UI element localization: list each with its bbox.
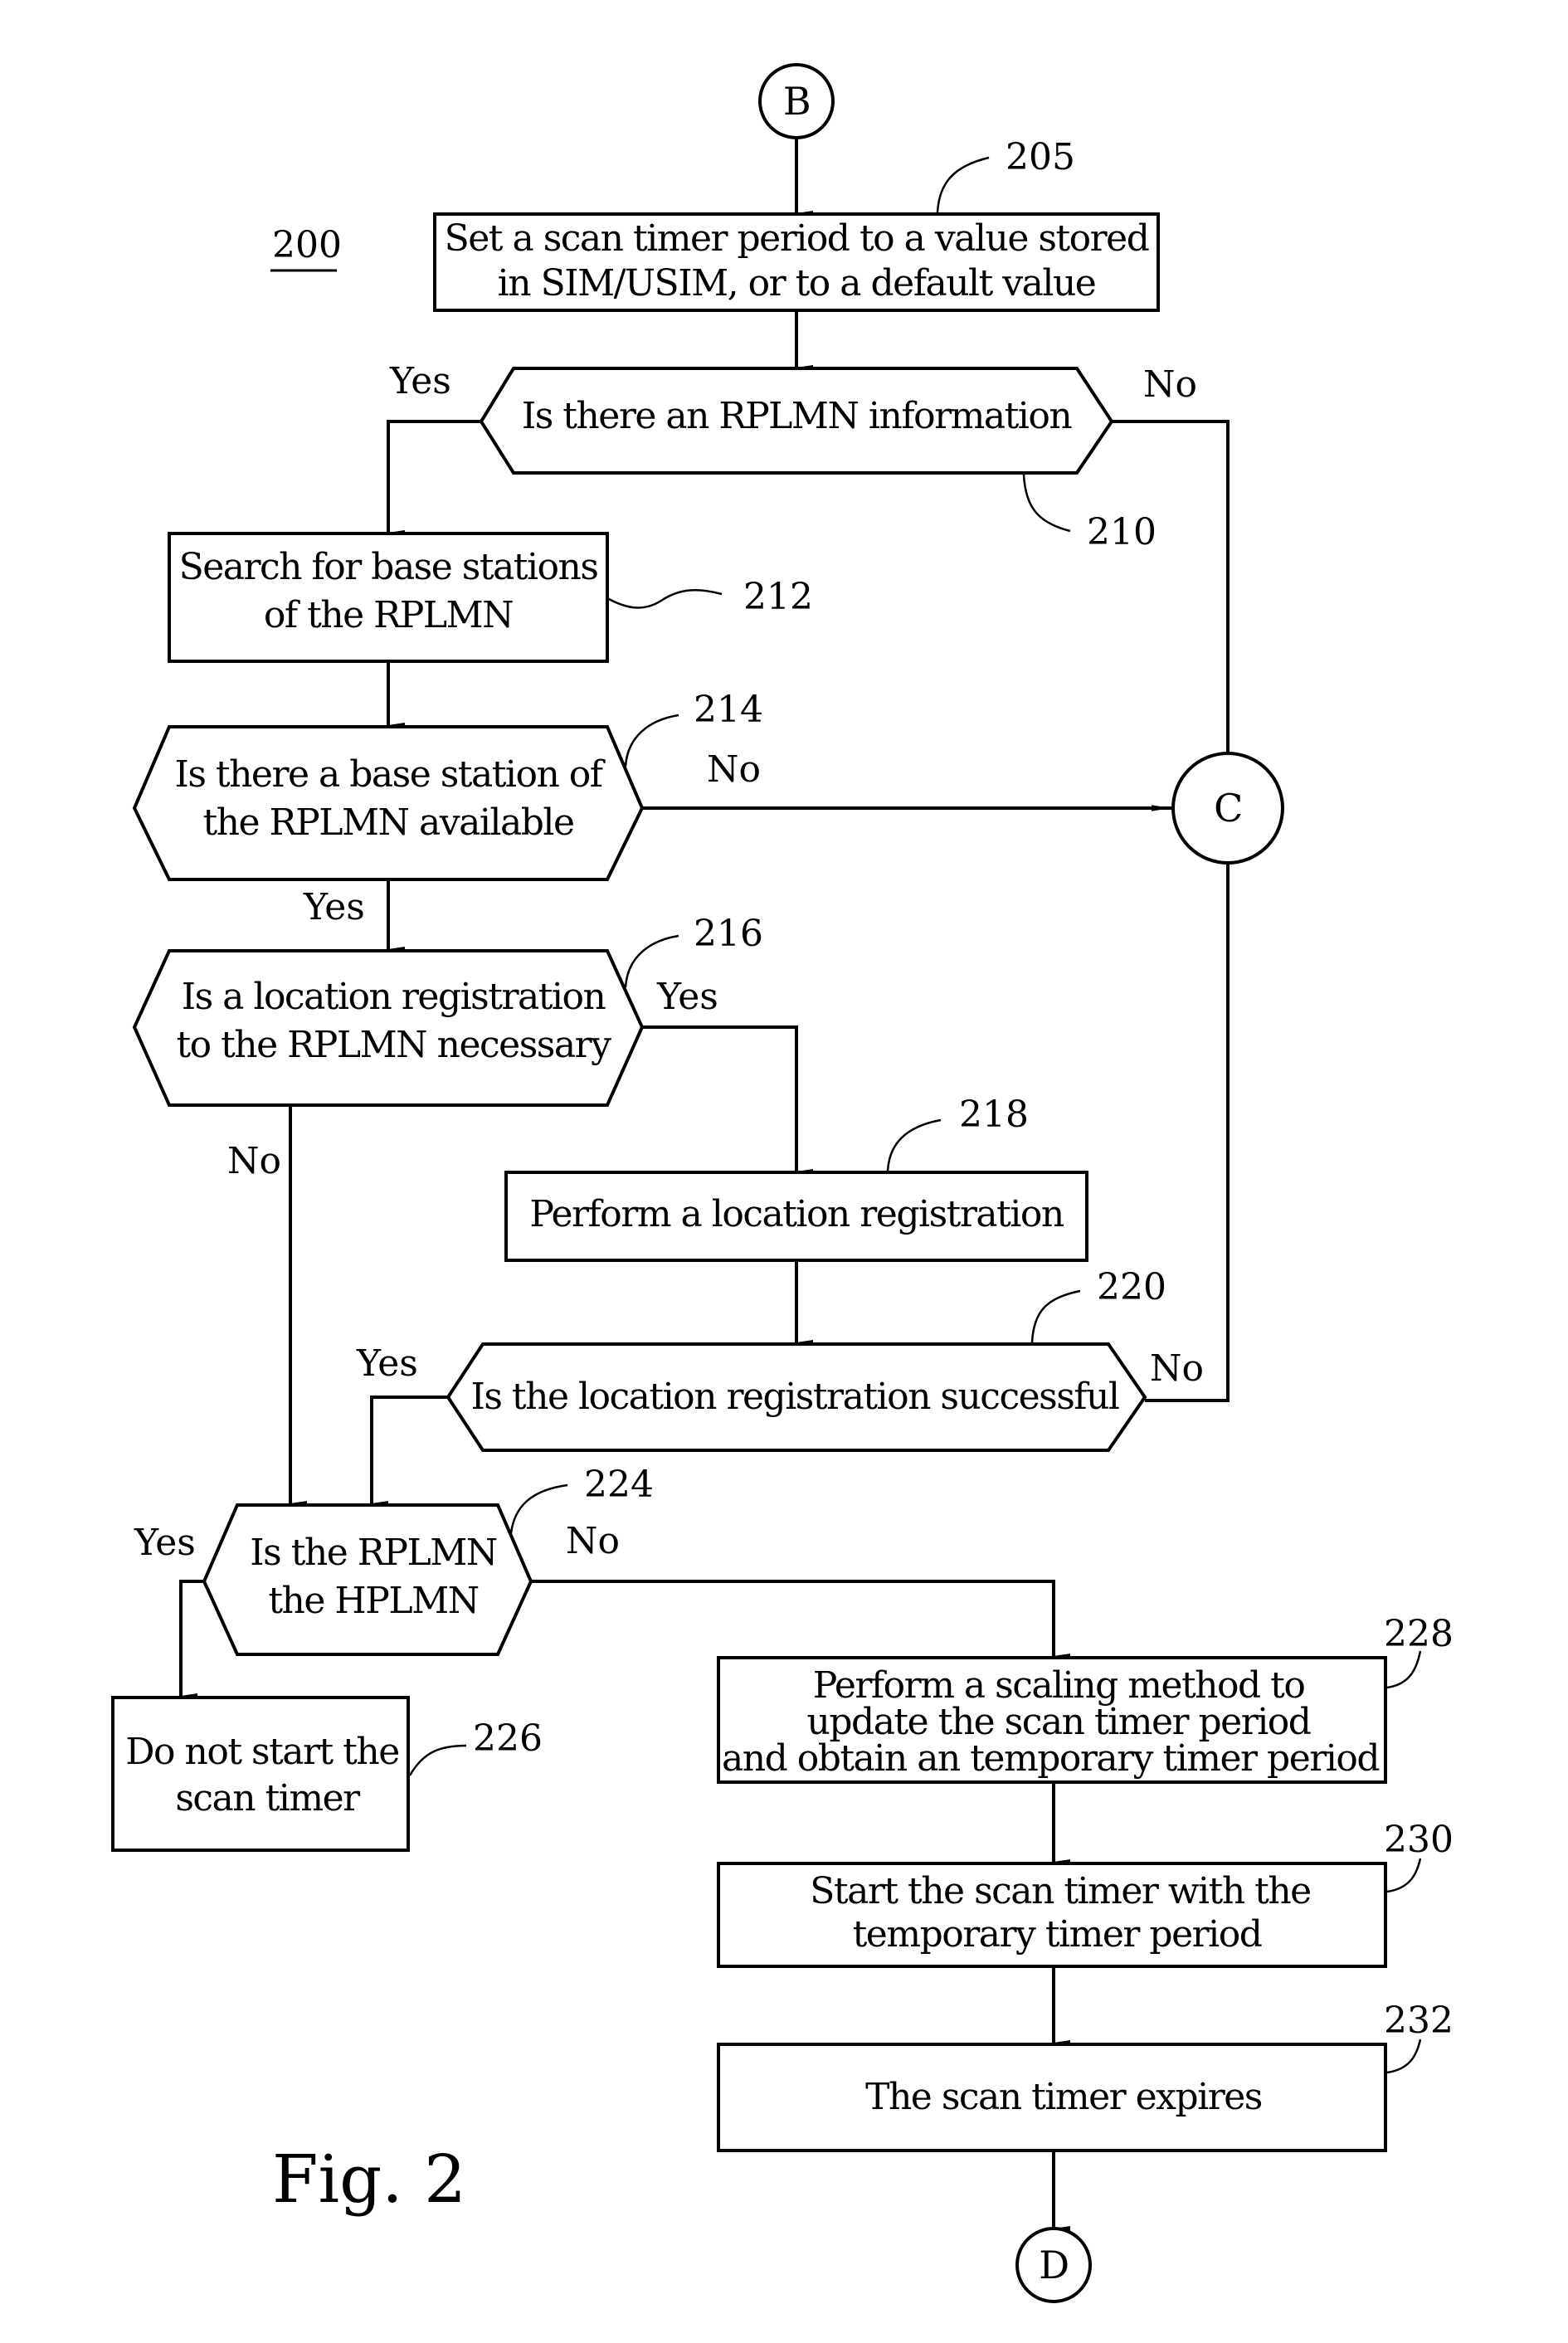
step-228-box: Perform a scaling method to update the s… (717, 1656, 1387, 1784)
leader-232 (1386, 2039, 1422, 2074)
decision-214-yes-label: Yes (303, 886, 365, 928)
step-212-line-1: Search for base stations (179, 546, 598, 588)
connector-c: C (1171, 752, 1284, 865)
decision-216-line-1: Is a location registration (182, 976, 606, 1018)
step-212-line-2: of the RPLMN (264, 594, 513, 636)
arrow-220-yes-to-224 (370, 1396, 448, 1506)
step-232-ref: 232 (1384, 2000, 1454, 2042)
step-218-text: Perform a location registration (529, 1193, 1064, 1235)
step-212-box: Search for base stations of the RPLMN (168, 532, 609, 663)
figure-reference: 200 (272, 224, 342, 266)
leader-210 (1022, 474, 1071, 533)
step-232-text: The scan timer expires (865, 2076, 1262, 2118)
connector-d-label: D (1039, 2243, 1068, 2287)
arrow-210-yes-to-212 (387, 420, 481, 535)
leader-226 (408, 1744, 467, 1776)
decision-214-no-label: No (707, 748, 761, 791)
step-212-ref: 212 (743, 576, 813, 618)
decision-214: Is there a base station of the RPLMN ava… (132, 725, 645, 881)
decision-216-yes-label: Yes (656, 976, 718, 1018)
arrow-224-yes-to-226 (179, 1580, 204, 1698)
step-205-line-1: Set a scan timer period to a value store… (445, 217, 1149, 260)
leader-228 (1386, 1650, 1422, 1689)
step-230-box: Start the scan timer with the temporary … (717, 1862, 1387, 1968)
decision-220: Is the location registration successful (446, 1342, 1147, 1452)
figure-caption: Fig. 2 (272, 2141, 466, 2218)
step-230-line-1: Start the scan timer with the (810, 1870, 1310, 1912)
leader-224 (509, 1483, 568, 1534)
leader-205 (936, 156, 990, 213)
step-205-line-2: in SIM/USIM, or to a default value (498, 262, 1096, 304)
decision-210-yes-label: Yes (389, 360, 451, 402)
step-218-box: Perform a location registration (504, 1171, 1088, 1262)
step-232-box: The scan timer expires (717, 2043, 1387, 2152)
step-218-ref: 218 (959, 1094, 1029, 1136)
connector-b-label: B (783, 79, 810, 124)
leader-220 (1030, 1289, 1081, 1343)
decision-220-ref: 220 (1097, 1266, 1166, 1308)
decision-216-no-label: No (227, 1140, 281, 1182)
arrow-224-no-to-228 (531, 1580, 1070, 1659)
line-220-no-to-c (1145, 863, 1230, 1402)
decision-216: Is a location registration to the RPLMN … (132, 949, 645, 1107)
step-228-ref: 228 (1384, 1613, 1454, 1655)
leader-218 (886, 1118, 942, 1172)
decision-224: Is the RPLMN the HPLMN (202, 1503, 533, 1656)
step-226-line-1: Do not start the (125, 1731, 399, 1773)
decision-214-ref: 214 (694, 689, 763, 731)
step-230-ref: 230 (1384, 1819, 1454, 1861)
decision-220-yes-label: Yes (356, 1342, 418, 1385)
decision-224-no-label: No (566, 1520, 620, 1562)
arrow-216-yes-to-218 (642, 1025, 813, 1174)
step-226-box: Do not start the scan timer (111, 1696, 410, 1852)
arrow-210-no-to-c (1112, 420, 1244, 772)
decision-216-line-2: to the RPLMN necessary (176, 1024, 611, 1066)
step-226-line-2: scan timer (175, 1777, 361, 1819)
decision-220-no-label: No (1150, 1347, 1204, 1390)
step-205-box: Set a scan timer period to a value store… (433, 212, 1160, 312)
step-226-ref: 226 (473, 1717, 543, 1760)
decision-220-text: Is the location registration successful (470, 1376, 1118, 1418)
decision-224-yes-label: Yes (134, 1522, 196, 1564)
decision-216-ref: 216 (694, 913, 763, 955)
leader-230 (1386, 1858, 1422, 1893)
decision-214-line-1: Is there a base station of (174, 753, 605, 796)
connector-d: D (1015, 2227, 1092, 2303)
decision-210-no-label: No (1143, 363, 1197, 406)
leader-214 (624, 714, 679, 767)
connector-b: B (758, 63, 835, 139)
flowchart: 200 B Set a scan timer period to a value… (111, 63, 1454, 2303)
decision-214-line-2: the RPLMN available (202, 801, 573, 844)
decision-210: Is there an RPLMN information (479, 367, 1114, 475)
step-205-ref: 205 (1006, 136, 1075, 178)
decision-210-ref: 210 (1087, 511, 1157, 553)
decision-224-line-2: the HPLMN (268, 1580, 478, 1622)
decision-224-ref: 224 (584, 1464, 654, 1506)
leader-212 (608, 589, 723, 609)
connector-c-label: C (1214, 786, 1242, 831)
step-230-line-2: temporary timer period (853, 1913, 1262, 1956)
step-228-line-3: and obtain an temporary timer period (722, 1737, 1379, 1780)
decision-224-line-1: Is the RPLMN (250, 1532, 497, 1574)
decision-210-text: Is there an RPLMN information (522, 395, 1073, 437)
